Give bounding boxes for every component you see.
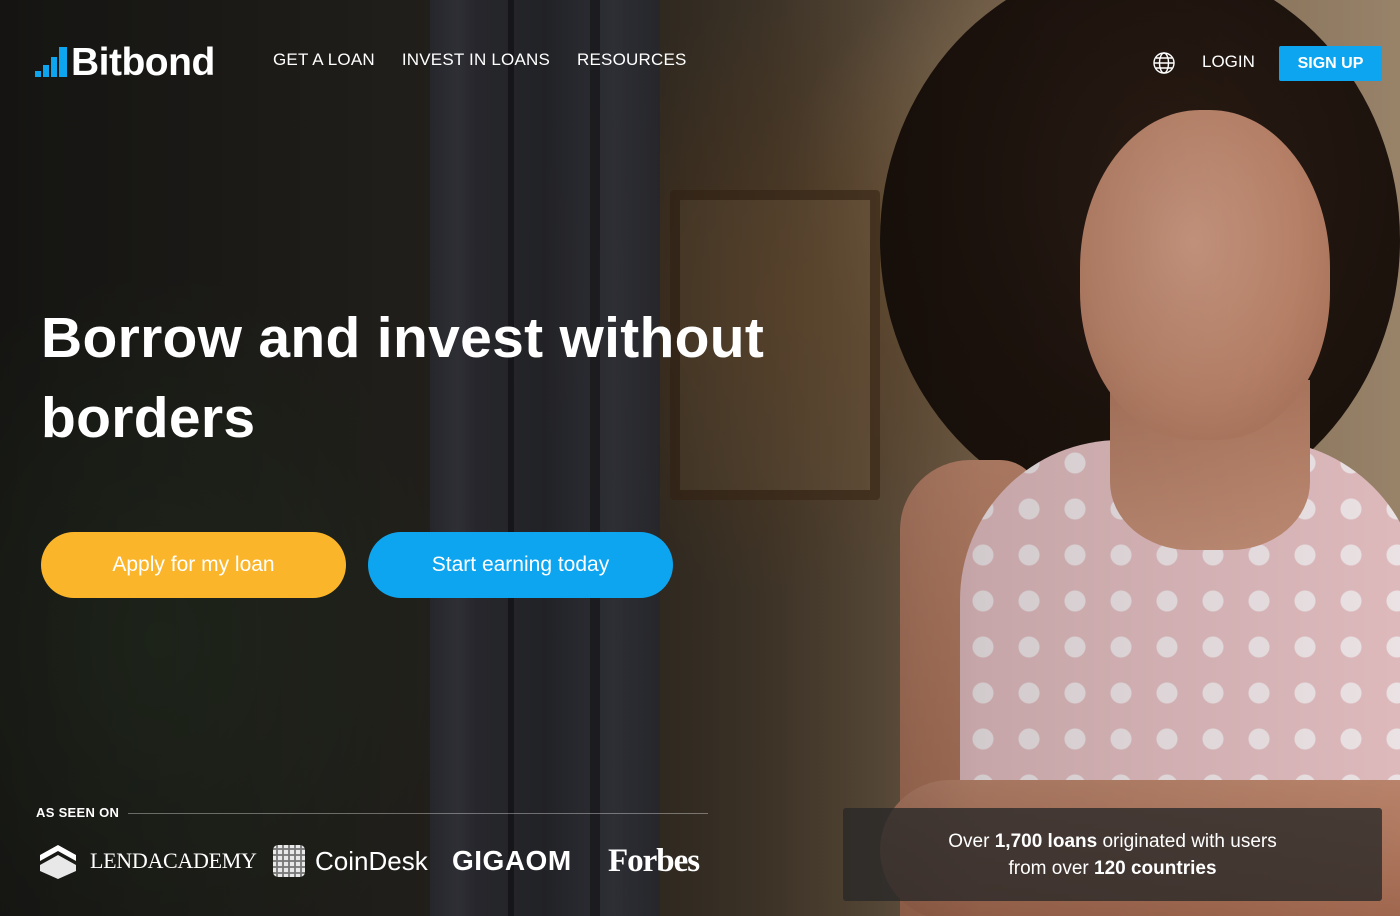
bitbond-logo[interactable]: Bitbond — [35, 40, 215, 86]
gigaom-logo[interactable]: GIGAOM — [452, 838, 572, 884]
login-link[interactable]: LOGIN — [1202, 52, 1255, 72]
stats-prefix: Over — [948, 830, 990, 852]
nav-invest-in-loans[interactable]: INVEST IN LOANS — [402, 50, 550, 70]
logo-text: Bitbond — [71, 41, 215, 84]
stats-line-loans: Over 1,700 loans originated with users — [948, 828, 1276, 855]
coindesk-mark-icon — [273, 845, 305, 877]
loans-count: 1,700 loans — [994, 830, 1098, 852]
site-header: Bitbond GET A LOAN INVEST IN LOANS RESOU… — [0, 0, 1400, 126]
hero-background-image — [0, 0, 1400, 916]
as-seen-on-label: AS SEEN ON — [36, 805, 120, 820]
countries-count: 120 countries — [1094, 857, 1217, 879]
stats-box: Over 1,700 loans originated with users f… — [843, 808, 1382, 901]
stats-countries-prefix: from over — [1008, 857, 1089, 879]
forbes-logo[interactable]: Forbes — [608, 838, 700, 884]
nav-resources[interactable]: RESOURCES — [577, 50, 687, 70]
lendacademy-logo[interactable]: LENDACADEMY — [36, 838, 257, 884]
signup-button[interactable]: SIGN UP — [1279, 46, 1382, 81]
main-nav: GET A LOAN INVEST IN LOANS RESOURCES — [273, 50, 687, 70]
start-earning-button[interactable]: Start earning today — [368, 532, 673, 598]
hero-headline: Borrow and invest without borders — [41, 306, 765, 450]
stats-line-countries: from over 120 countries — [1008, 855, 1216, 882]
forbes-text: Forbes — [608, 842, 700, 879]
as-seen-on-divider — [128, 813, 708, 814]
apply-for-loan-button[interactable]: Apply for my loan — [41, 532, 346, 598]
lendacademy-mark-icon — [40, 845, 76, 879]
dark-overlay — [0, 0, 1400, 916]
coindesk-text: CoinDesk — [315, 845, 428, 876]
stats-suffix: originated with users — [1102, 830, 1277, 852]
bitbond-logo-icon — [35, 45, 67, 81]
coindesk-logo[interactable]: CoinDesk — [273, 838, 428, 884]
nav-get-a-loan[interactable]: GET A LOAN — [273, 50, 375, 70]
lendacademy-text: LENDACADEMY — [90, 848, 257, 873]
gigaom-text: GIGAOM — [452, 845, 572, 876]
globe-icon[interactable] — [1152, 51, 1176, 75]
